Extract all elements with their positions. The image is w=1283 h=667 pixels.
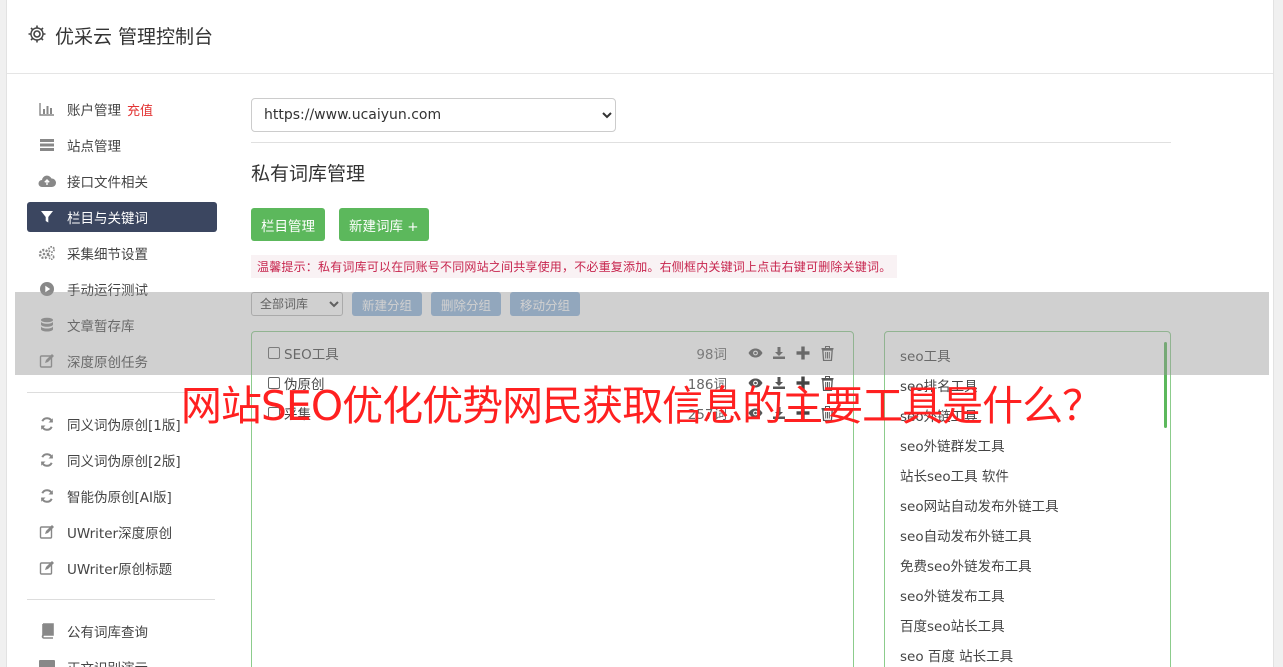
column-manage-button[interactable]: 栏目管理 — [251, 208, 325, 241]
keyword-item[interactable]: seo外链群发工具 — [885, 432, 1170, 462]
sidebar-item-ai-original[interactable]: 智能伪原创[AI版] — [27, 481, 217, 511]
header: 优采云 管理控制台 — [7, 0, 1273, 74]
server-icon — [38, 136, 56, 154]
filter-icon — [38, 208, 56, 226]
sidebar-item-synonym-v2[interactable]: 同义词伪原创[2版] — [27, 445, 217, 475]
book-icon — [38, 622, 56, 640]
sidebar-item-sites[interactable]: 站点管理 — [27, 130, 217, 160]
sidebar-item-label: 账户管理 — [67, 103, 121, 119]
site-select[interactable]: https://www.ucaiyun.com — [251, 98, 616, 132]
keyword-item[interactable]: 免费seo外链发布工具 — [885, 552, 1170, 582]
keyword-item[interactable]: 站长seo工具 软件 — [885, 462, 1170, 492]
sidebar-item-label: 智能伪原创[AI版] — [67, 490, 172, 506]
sidebar-item-label: 站点管理 — [67, 139, 121, 155]
app-title: 优采云 管理控制台 — [55, 26, 214, 48]
sidebar-item-uwriter-deep[interactable]: UWriter深度原创 — [27, 517, 217, 547]
sidebar-item-label: 栏目与关键词 — [67, 211, 148, 227]
monitor-icon — [38, 658, 56, 667]
sidebar-item-uwriter-title[interactable]: UWriter原创标题 — [27, 553, 217, 583]
cogs-icon — [38, 244, 56, 262]
sidebar-item-account[interactable]: 账户管理 充值 — [27, 94, 217, 124]
recharge-link[interactable]: 充值 — [127, 100, 153, 119]
page-title: 私有词库管理 — [251, 163, 366, 185]
sidebar-item-label: 采集细节设置 — [67, 247, 148, 263]
divider — [251, 142, 1171, 143]
cloud-upload-icon — [38, 172, 56, 190]
main-content: https://www.ucaiyun.com 私有词库管理 栏目管理 新建词库… — [251, 98, 1171, 667]
keyword-item[interactable]: seo自动发布外链工具 — [885, 522, 1170, 552]
edit-icon — [38, 523, 56, 541]
sidebar-item-columns-keywords[interactable]: 栏目与关键词 — [27, 202, 217, 232]
action-buttons: 栏目管理 新建词库 + — [251, 208, 1171, 241]
sidebar-item-label: 同义词伪原创[2版] — [67, 454, 181, 470]
new-lexicon-button[interactable]: 新建词库 + — [339, 208, 429, 241]
sidebar-item-interface[interactable]: 接口文件相关 — [27, 166, 217, 196]
sidebar-item-public-lexicon[interactable]: 公有词库查询 — [27, 616, 217, 646]
keyword-item[interactable]: 百度seo站长工具 — [885, 612, 1170, 642]
sidebar-item-label: UWriter原创标题 — [67, 562, 173, 578]
refresh-icon — [38, 451, 56, 469]
keyword-item[interactable]: seo外链发布工具 — [885, 582, 1170, 612]
edit-icon — [38, 559, 56, 577]
overlay-band — [15, 292, 1269, 375]
overlay-title: 网站SEO优化优势网民获取信息的主要工具是什么？ — [180, 382, 1103, 430]
keyword-item[interactable]: seo网站自动发布外链工具 — [885, 492, 1170, 522]
tip-text: 温馨提示：私有词库可以在同账号不同网站之间共享使用，不必重复添加。右侧框内关键词… — [251, 255, 898, 278]
keyword-item[interactable]: seo 百度 站长工具 — [885, 642, 1170, 667]
refresh-icon — [38, 487, 56, 505]
sidebar-item-label: 正文识别演示 — [67, 657, 148, 667]
sidebar-item-label: UWriter深度原创 — [67, 526, 173, 542]
sidebar-item-label: 接口文件相关 — [67, 175, 148, 191]
sidebar-item-collect-settings[interactable]: 采集细节设置 — [27, 238, 217, 268]
bar-chart-icon — [38, 100, 56, 118]
sidebar-item-text-recognition[interactable]: 正文识别演示 — [27, 652, 217, 667]
gear-icon — [27, 24, 47, 44]
sidebar-divider — [27, 599, 215, 600]
sidebar-item-label: 公有词库查询 — [67, 625, 148, 641]
